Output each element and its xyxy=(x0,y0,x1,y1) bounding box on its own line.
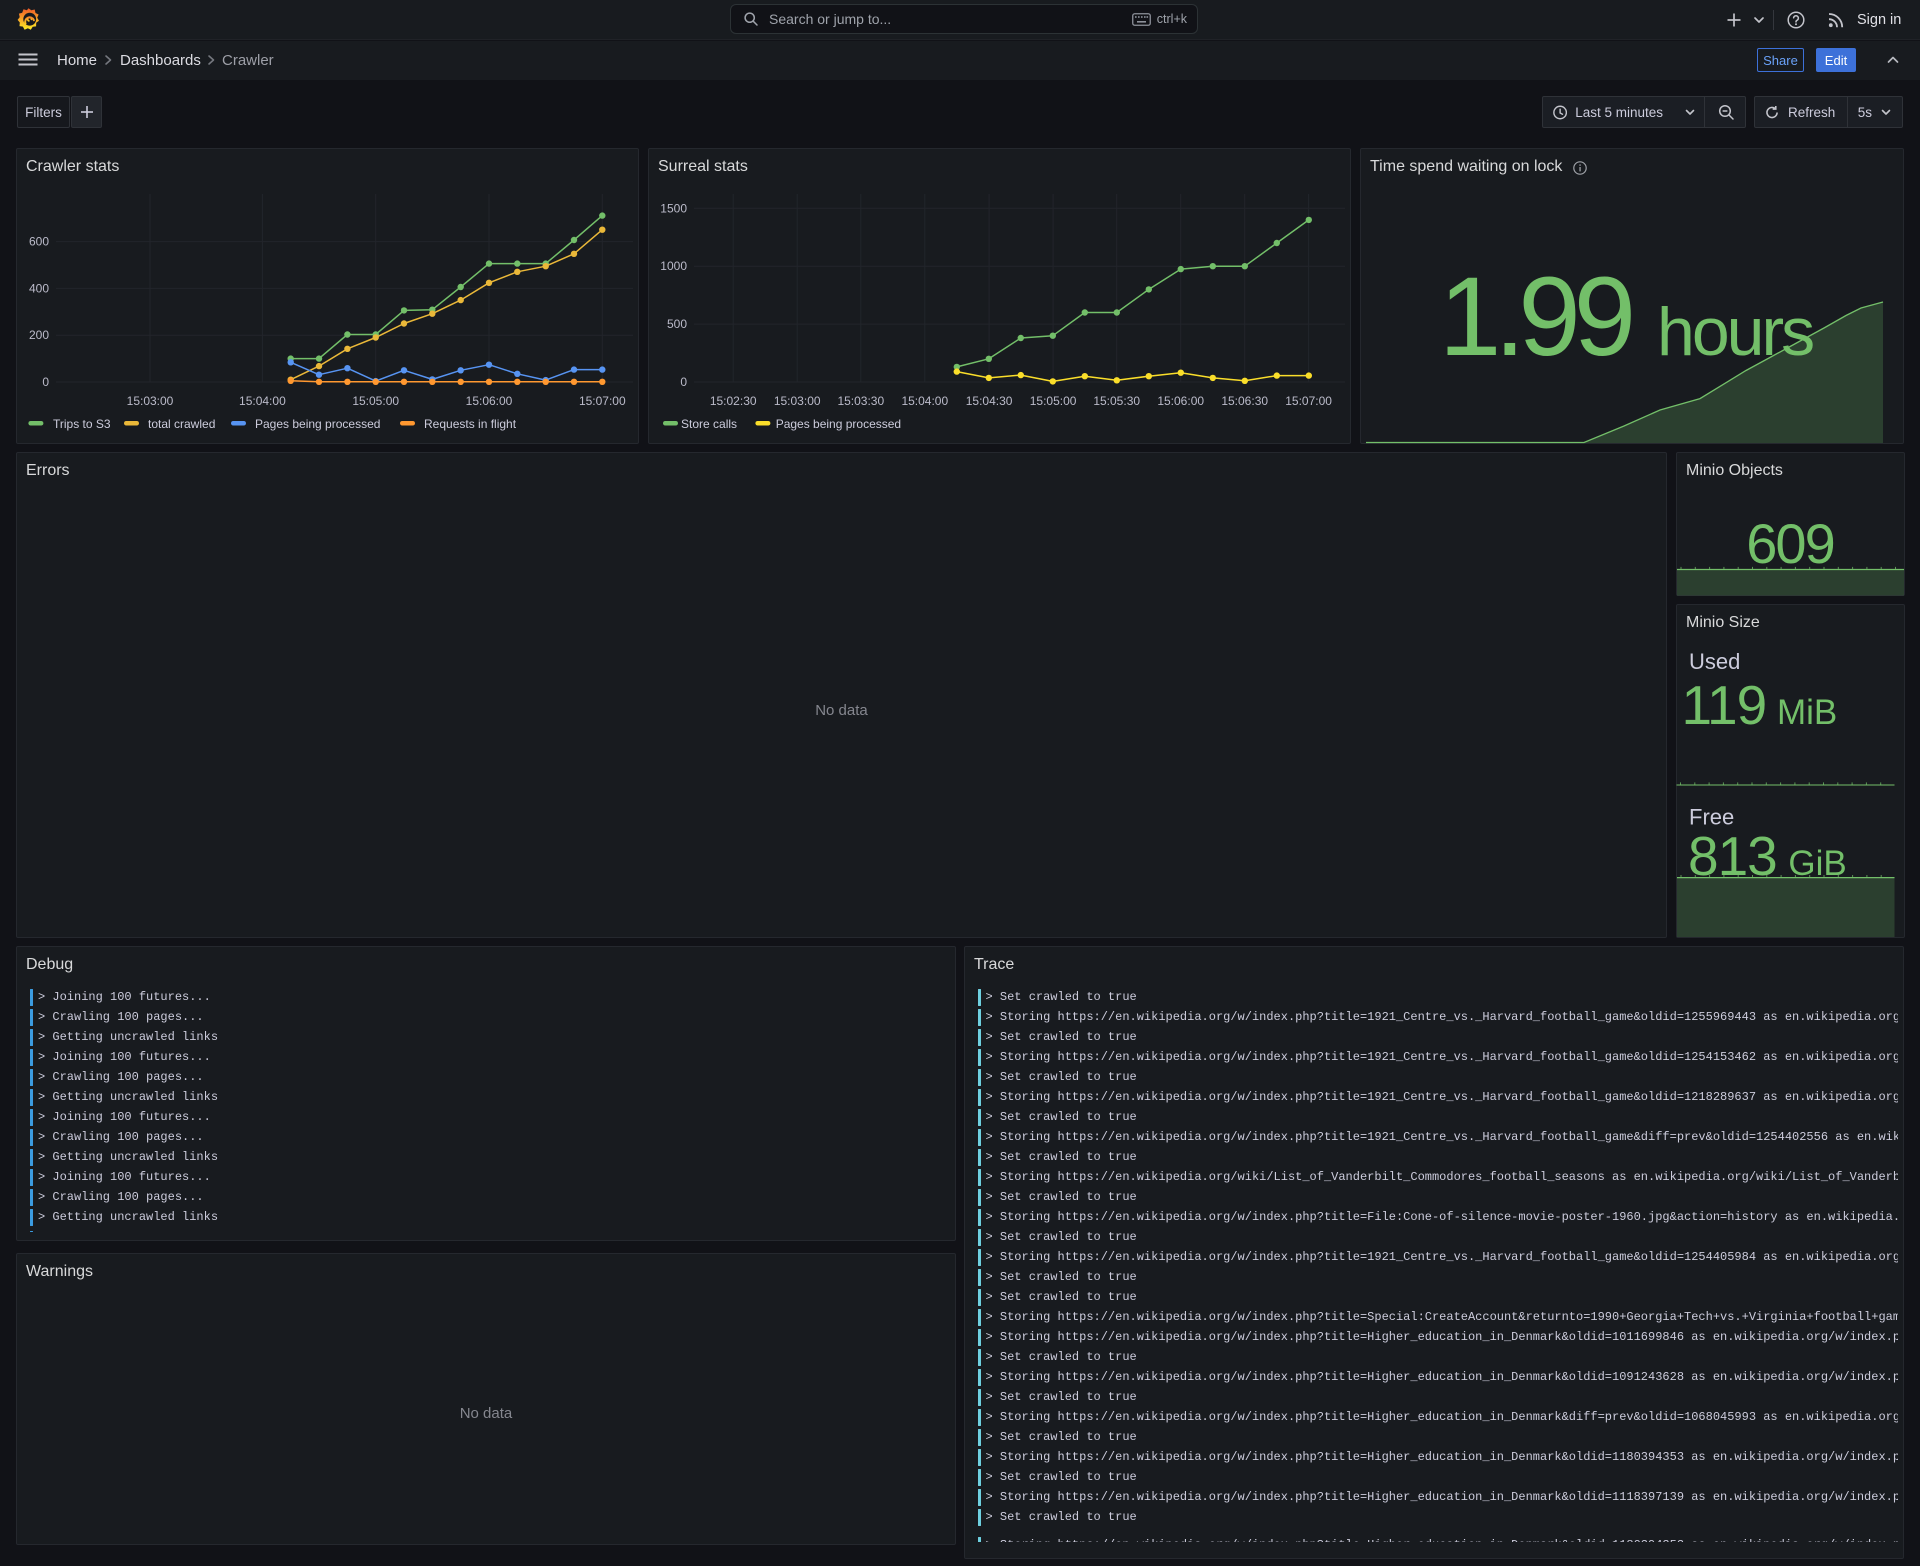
svg-text:600: 600 xyxy=(29,235,49,249)
svg-text:15:05:00: 15:05:00 xyxy=(1030,394,1077,408)
svg-text:1000: 1000 xyxy=(660,259,687,273)
svg-text:609: 609 xyxy=(1746,512,1833,575)
svg-text:hours: hours xyxy=(1657,294,1813,370)
svg-text:MiB: MiB xyxy=(1777,693,1837,732)
svg-text:400: 400 xyxy=(29,281,49,295)
svg-text:Pages being processed: Pages being processed xyxy=(776,417,901,431)
svg-text:0: 0 xyxy=(42,375,49,389)
svg-text:15:04:30: 15:04:30 xyxy=(966,394,1013,408)
svg-text:1.99: 1.99 xyxy=(1439,254,1631,379)
svg-text:15:05:00: 15:05:00 xyxy=(352,394,399,408)
svg-text:119: 119 xyxy=(1682,674,1767,736)
svg-text:15:07:00: 15:07:00 xyxy=(1285,394,1332,408)
svg-text:500: 500 xyxy=(667,317,687,331)
svg-text:Trips to S3: Trips to S3 xyxy=(53,417,111,431)
svg-text:Pages being processed: Pages being processed xyxy=(255,417,380,431)
svg-text:15:03:00: 15:03:00 xyxy=(774,394,821,408)
svg-text:15:04:00: 15:04:00 xyxy=(239,394,286,408)
svg-text:200: 200 xyxy=(29,328,49,342)
svg-text:Requests in flight: Requests in flight xyxy=(424,417,517,431)
svg-text:15:06:30: 15:06:30 xyxy=(1221,394,1268,408)
svg-text:15:07:00: 15:07:00 xyxy=(579,394,626,408)
svg-text:15:05:30: 15:05:30 xyxy=(1093,394,1140,408)
svg-text:Used: Used xyxy=(1689,649,1740,674)
svg-text:15:03:00: 15:03:00 xyxy=(127,394,174,408)
svg-text:15:04:00: 15:04:00 xyxy=(901,394,948,408)
svg-text:15:06:00: 15:06:00 xyxy=(1157,394,1204,408)
svg-text:1500: 1500 xyxy=(660,201,687,215)
svg-text:15:02:30: 15:02:30 xyxy=(710,394,757,408)
svg-text:Store calls: Store calls xyxy=(681,417,737,431)
svg-text:0: 0 xyxy=(680,375,687,389)
svg-text:15:03:30: 15:03:30 xyxy=(837,394,884,408)
svg-text:total crawled: total crawled xyxy=(148,417,215,431)
svg-text:15:06:00: 15:06:00 xyxy=(466,394,513,408)
